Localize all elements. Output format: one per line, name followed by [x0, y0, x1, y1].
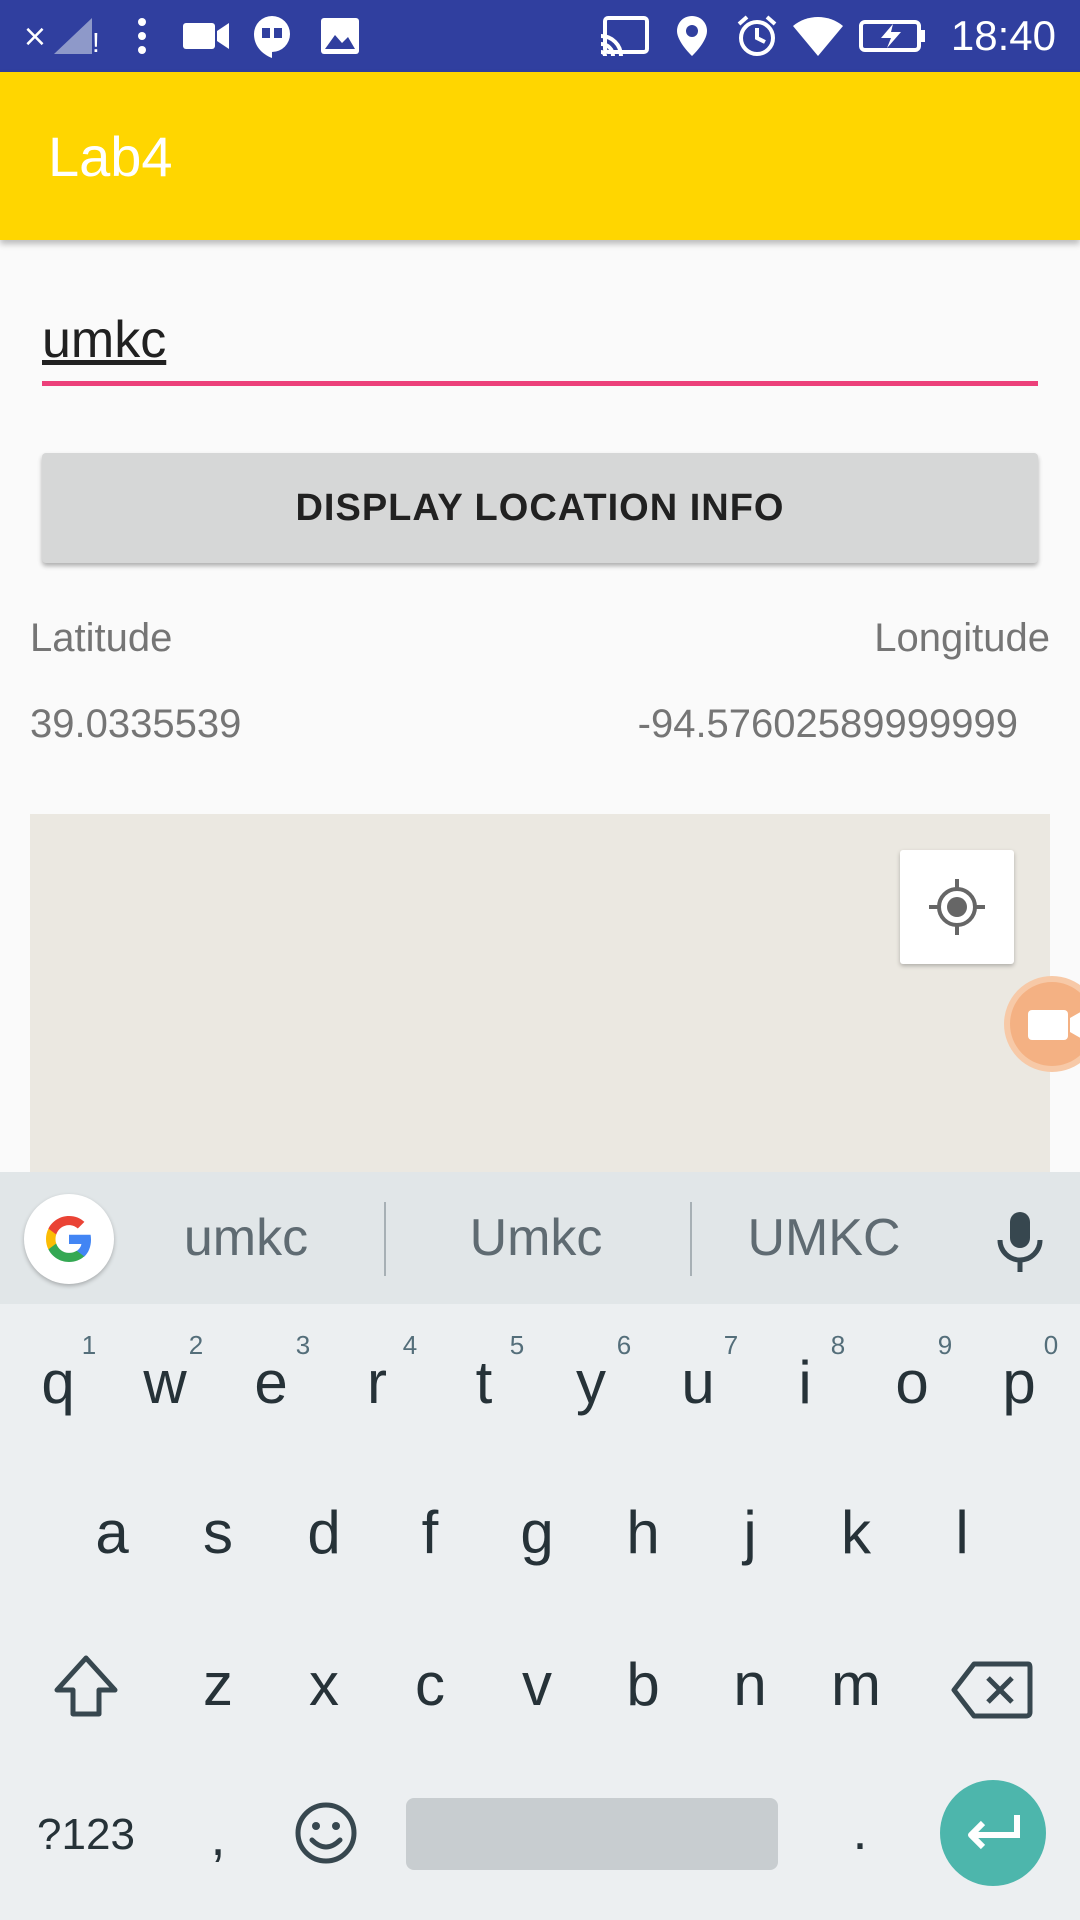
key-x[interactable]: x: [274, 1650, 374, 1719]
suggestion-divider: [384, 1202, 386, 1276]
comma-key[interactable]: ,: [168, 1806, 268, 1868]
suggestion-divider: [690, 1202, 692, 1276]
app-bar: Lab4: [0, 72, 1080, 240]
latitude-value: 39.0335539: [30, 702, 242, 746]
key-hint: 6: [616, 1330, 632, 1360]
backspace-icon: [951, 1661, 1033, 1719]
video-record-icon: [1028, 1010, 1080, 1040]
my-location-button[interactable]: [900, 850, 1014, 964]
suggestion-2[interactable]: Umkc: [406, 1208, 666, 1268]
key-hint: 5: [509, 1330, 525, 1360]
key-c[interactable]: c: [380, 1650, 480, 1719]
key-hint: 1: [81, 1330, 97, 1360]
key-z[interactable]: z: [168, 1650, 268, 1719]
key-v[interactable]: v: [487, 1650, 587, 1719]
cast-icon: [598, 14, 650, 58]
backspace-key[interactable]: [942, 1660, 1042, 1734]
wifi-icon: [790, 14, 846, 58]
key-hint: 3: [295, 1330, 311, 1360]
location-search-field[interactable]: [42, 300, 1038, 386]
more-vert-icon: [130, 14, 154, 58]
key-hint: 7: [723, 1330, 739, 1360]
alarm-icon: [734, 14, 780, 58]
key-f[interactable]: f: [380, 1498, 480, 1567]
key-l[interactable]: l: [912, 1498, 1012, 1567]
status-bar: × ! 18:40: [0, 0, 1080, 72]
shift-key[interactable]: [36, 1652, 136, 1736]
key-j[interactable]: j: [700, 1498, 800, 1567]
key-hint: 2: [188, 1330, 204, 1360]
image-icon: [318, 14, 362, 58]
display-location-info-button[interactable]: DISPLAY LOCATION INFO: [42, 453, 1038, 563]
longitude-value: -94.57602589999999: [637, 702, 1018, 746]
key-g[interactable]: g: [487, 1498, 587, 1567]
key-a[interactable]: a: [62, 1498, 162, 1567]
key-s[interactable]: s: [168, 1498, 268, 1567]
shift-icon: [54, 1655, 118, 1717]
location-icon: [672, 14, 712, 58]
longitude-label: Longitude: [874, 616, 1050, 660]
svg-text:!: !: [92, 27, 100, 56]
close-icon: ×: [22, 18, 48, 54]
key-hint: 4: [402, 1330, 418, 1360]
key-hint: 8: [830, 1330, 846, 1360]
key-b[interactable]: b: [593, 1650, 693, 1719]
map-view[interactable]: [30, 814, 1050, 1174]
key-h[interactable]: h: [593, 1498, 693, 1567]
enter-icon: [968, 1815, 1020, 1850]
location-search-input[interactable]: [42, 300, 1038, 380]
period-key[interactable]: .: [810, 1800, 910, 1862]
input-underline: [42, 381, 1038, 386]
suggestion-3[interactable]: UMKC: [694, 1208, 954, 1268]
signal-icon: !: [50, 14, 106, 58]
key-m[interactable]: m: [806, 1650, 906, 1719]
video-icon: [180, 14, 232, 58]
key-n[interactable]: n: [700, 1650, 800, 1719]
suggestion-1[interactable]: umkc: [116, 1208, 376, 1268]
emoji-key[interactable]: [276, 1800, 376, 1880]
latitude-label: Latitude: [30, 616, 173, 660]
symbols-key[interactable]: ?123: [28, 1810, 144, 1860]
suggestion-strip: umkc Umkc UMKC: [0, 1172, 1080, 1304]
emoji-icon: [295, 1802, 357, 1864]
enter-key[interactable]: [940, 1780, 1046, 1886]
app-title: Lab4: [48, 125, 173, 188]
clock: 18:40: [950, 12, 1056, 59]
microphone-icon[interactable]: [990, 1210, 1050, 1274]
battery-charging-icon: [858, 14, 928, 58]
hangouts-icon: [250, 14, 294, 58]
key-d[interactable]: d: [274, 1498, 374, 1567]
my-location-icon: [929, 879, 985, 935]
google-icon[interactable]: [24, 1194, 114, 1284]
key-hint: 0: [1043, 1330, 1059, 1360]
key-hint: 9: [937, 1330, 953, 1360]
key-k[interactable]: k: [806, 1498, 906, 1567]
space-bar[interactable]: [406, 1798, 778, 1870]
